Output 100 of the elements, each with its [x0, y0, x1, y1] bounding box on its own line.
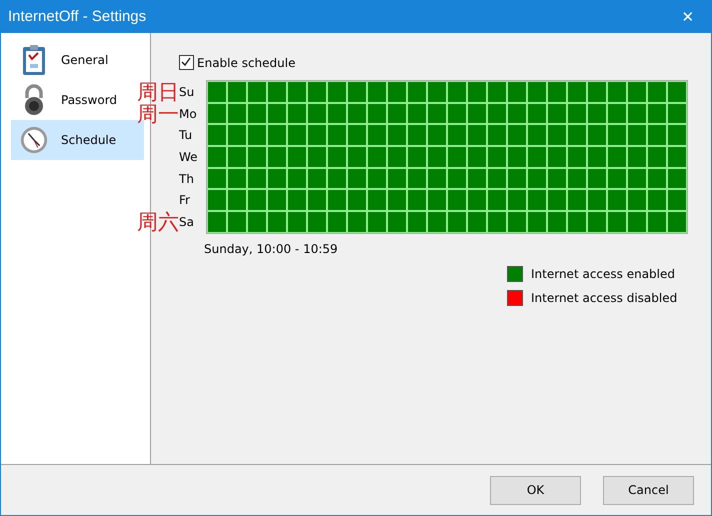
hour-cell[interactable] — [548, 125, 566, 146]
hour-cell[interactable] — [588, 82, 606, 102]
hour-cell[interactable] — [408, 147, 426, 167]
hour-cell[interactable] — [388, 104, 406, 124]
hour-cell[interactable] — [268, 168, 286, 188]
hour-cell[interactable] — [448, 190, 466, 210]
hour-cell[interactable] — [428, 104, 446, 124]
hour-cell[interactable] — [308, 104, 326, 124]
hour-cell[interactable] — [228, 82, 246, 102]
hour-cell[interactable] — [488, 82, 506, 102]
hour-cell[interactable] — [468, 82, 486, 102]
hour-cell[interactable] — [568, 125, 586, 146]
hour-cell[interactable] — [648, 190, 666, 210]
hour-cell[interactable] — [468, 125, 486, 146]
hour-cell[interactable] — [288, 168, 306, 188]
hour-cell[interactable] — [308, 82, 326, 102]
hour-cell[interactable] — [328, 104, 346, 124]
hour-cell[interactable] — [628, 125, 646, 146]
hour-cell[interactable] — [288, 190, 306, 210]
hour-cell[interactable] — [288, 125, 306, 146]
hour-cell[interactable] — [648, 104, 666, 124]
hour-cell[interactable] — [288, 212, 306, 232]
hour-cell[interactable] — [628, 190, 646, 210]
hour-cell[interactable] — [428, 82, 446, 102]
hour-cell[interactable] — [388, 147, 406, 167]
hour-cell[interactable] — [348, 125, 366, 146]
hour-cell[interactable] — [368, 168, 386, 188]
hour-cell[interactable] — [428, 168, 446, 188]
hour-cell[interactable] — [528, 190, 546, 210]
hour-cell[interactable] — [248, 147, 266, 167]
hour-cell[interactable] — [608, 104, 626, 124]
hour-cell[interactable] — [228, 125, 246, 146]
hour-cell[interactable] — [508, 104, 526, 124]
hour-cell[interactable] — [348, 212, 366, 232]
hour-cell[interactable] — [648, 82, 666, 102]
hour-cell[interactable] — [628, 168, 646, 188]
hour-cell[interactable] — [308, 168, 326, 188]
hour-cell[interactable] — [628, 147, 646, 167]
hour-cell[interactable] — [568, 104, 586, 124]
hour-cell[interactable] — [508, 125, 526, 146]
hour-cell[interactable] — [668, 168, 686, 188]
hour-cell[interactable] — [228, 190, 246, 210]
hour-cell[interactable] — [608, 190, 626, 210]
hour-cell[interactable] — [288, 104, 306, 124]
hour-cell[interactable] — [528, 212, 546, 232]
cancel-button[interactable]: Cancel — [603, 476, 694, 504]
hour-cell[interactable] — [208, 104, 226, 124]
hour-cell[interactable] — [548, 82, 566, 102]
hour-cell[interactable] — [448, 82, 466, 102]
hour-cell[interactable] — [388, 212, 406, 232]
hour-cell[interactable] — [408, 190, 426, 210]
hour-cell[interactable] — [528, 147, 546, 167]
hour-cell[interactable] — [668, 82, 686, 102]
schedule-grid[interactable] — [206, 80, 688, 234]
hour-cell[interactable] — [628, 104, 646, 124]
hour-cell[interactable] — [628, 82, 646, 102]
hour-cell[interactable] — [228, 212, 246, 232]
hour-cell[interactable] — [348, 168, 366, 188]
hour-cell[interactable] — [528, 82, 546, 102]
hour-cell[interactable] — [488, 147, 506, 167]
hour-cell[interactable] — [608, 125, 626, 146]
hour-cell[interactable] — [428, 147, 446, 167]
hour-cell[interactable] — [448, 168, 466, 188]
hour-cell[interactable] — [548, 147, 566, 167]
hour-cell[interactable] — [328, 125, 346, 146]
hour-cell[interactable] — [328, 168, 346, 188]
hour-cell[interactable] — [208, 190, 226, 210]
hour-cell[interactable] — [368, 212, 386, 232]
hour-cell[interactable] — [668, 212, 686, 232]
hour-cell[interactable] — [588, 212, 606, 232]
hour-cell[interactable] — [368, 82, 386, 102]
hour-cell[interactable] — [388, 82, 406, 102]
hour-cell[interactable] — [468, 104, 486, 124]
hour-cell[interactable] — [268, 147, 286, 167]
hour-cell[interactable] — [348, 82, 366, 102]
hour-cell[interactable] — [328, 147, 346, 167]
hour-cell[interactable] — [308, 125, 326, 146]
hour-cell[interactable] — [208, 82, 226, 102]
hour-cell[interactable] — [508, 82, 526, 102]
hour-cell[interactable] — [408, 168, 426, 188]
hour-cell[interactable] — [488, 212, 506, 232]
hour-cell[interactable] — [208, 125, 226, 146]
hour-cell[interactable] — [408, 125, 426, 146]
hour-cell[interactable] — [568, 82, 586, 102]
hour-cell[interactable] — [248, 104, 266, 124]
hour-cell[interactable] — [268, 212, 286, 232]
hour-cell[interactable] — [588, 125, 606, 146]
hour-cell[interactable] — [308, 190, 326, 210]
hour-cell[interactable] — [548, 190, 566, 210]
hour-cell[interactable] — [448, 104, 466, 124]
hour-cell[interactable] — [528, 168, 546, 188]
hour-cell[interactable] — [268, 190, 286, 210]
hour-cell[interactable] — [628, 212, 646, 232]
hour-cell[interactable] — [468, 168, 486, 188]
hour-cell[interactable] — [568, 147, 586, 167]
hour-cell[interactable] — [608, 212, 626, 232]
checkbox[interactable] — [179, 55, 194, 70]
hour-cell[interactable] — [508, 212, 526, 232]
hour-cell[interactable] — [308, 212, 326, 232]
hour-cell[interactable] — [288, 82, 306, 102]
